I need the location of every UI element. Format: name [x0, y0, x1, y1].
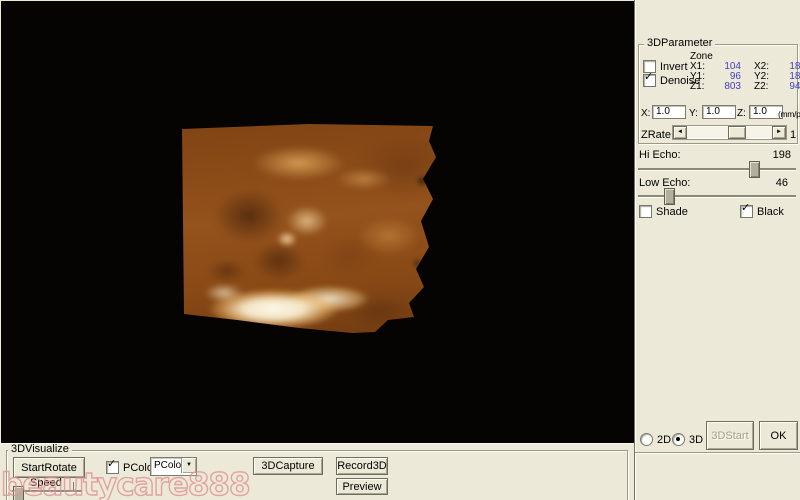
3dvisualize-group-title: 3DVisualize — [8, 444, 72, 455]
mode-2d-label: 2D — [657, 433, 672, 446]
zrate-value: 1 — [790, 129, 797, 141]
speed-slider-thumb[interactable] — [13, 486, 24, 500]
hi-echo-label: Hi Echo: — [639, 149, 681, 161]
zone-z2-value: 941 — [789, 81, 800, 92]
scroll-right-arrow-icon[interactable]: ► — [772, 126, 786, 139]
black-checkbox-row[interactable]: ✓ Black — [740, 202, 784, 218]
zone-values: X1: 104 X2: 189 Y1: 96 Y2: 180 Z1: 803 Z… — [690, 62, 800, 92]
x-scale-label: X: — [641, 108, 651, 119]
pcolor-dropdown[interactable]: PColor ▼ — [150, 457, 197, 476]
check-icon: ✓ — [107, 458, 117, 470]
mode-3d-label: 3D — [689, 433, 704, 446]
mode-2d-radio[interactable] — [640, 433, 653, 446]
ok-button[interactable]: OK — [759, 421, 798, 450]
record3d-button[interactable]: Record3D — [336, 457, 388, 475]
chevron-down-icon[interactable]: ▼ — [181, 458, 196, 473]
invert-label: Invert — [660, 60, 688, 73]
3dparameter-group: 3DParameter ✓ Invert ✓ Denoise Zone X1: … — [638, 38, 800, 144]
ultrasound-texture — [182, 124, 436, 333]
parameter-panel: 3DParameter ✓ Invert ✓ Denoise Zone X1: … — [634, 0, 800, 500]
pcolor-dropdown-value: PColor — [154, 460, 185, 471]
3dparameter-group-title: 3DParameter — [644, 38, 716, 49]
3dcapture-button[interactable]: 3DCapture — [253, 457, 323, 475]
speed-label: Speed — [30, 477, 62, 489]
hi-echo-slider-track[interactable] — [638, 168, 796, 171]
render-viewport[interactable] — [1, 1, 634, 443]
hi-echo-value: 198 — [772, 149, 791, 161]
start-rotate-button[interactable]: StartRotate — [13, 457, 85, 478]
check-icon: ✓ — [644, 71, 654, 83]
zone-z1-label: Z1: — [690, 81, 705, 92]
y-scale-field[interactable]: 1.0 — [702, 105, 736, 119]
zone-z2-label: Z2: — [754, 81, 769, 92]
low-echo-value: 46 — [775, 177, 788, 189]
ultrasound-3d-render[interactable] — [182, 124, 436, 333]
black-checkbox[interactable]: ✓ — [740, 202, 753, 218]
zrate-label: ZRate — [641, 129, 671, 141]
check-icon: ✓ — [741, 202, 751, 214]
low-echo-slider-thumb[interactable] — [664, 188, 675, 205]
low-echo-slider-track[interactable] — [638, 195, 796, 198]
shade-label: Shade — [656, 205, 688, 218]
ultrasound-3d-app: 3DParameter ✓ Invert ✓ Denoise Zone X1: … — [0, 0, 800, 500]
speed-slider-tick — [73, 482, 74, 490]
zrate-scrollbar[interactable]: ◄ ► — [672, 125, 787, 140]
mode-2d-radio-row[interactable]: 2D — [640, 433, 671, 446]
black-label: Black — [757, 205, 784, 218]
zrate-scrollbar-thumb[interactable] — [728, 126, 746, 139]
bottom-control-bar: 3DVisualize StartRotate ✓ PColor PColor … — [0, 443, 634, 500]
scale-unit-label: (mm/p) — [778, 109, 800, 119]
radio-dot-icon — [676, 437, 680, 441]
preview-button[interactable]: Preview — [336, 478, 388, 495]
x-scale-field[interactable]: 1.0 — [652, 105, 686, 119]
mode-3d-radio[interactable] — [672, 433, 685, 446]
y-scale-label: Y: — [689, 108, 698, 119]
zone-z1-value: 803 — [724, 81, 741, 92]
pcolor-checkbox[interactable]: ✓ — [106, 458, 119, 474]
denoise-checkbox[interactable]: ✓ — [643, 71, 656, 87]
3dstart-button[interactable]: 3DStart — [706, 421, 754, 450]
z-scale-label: Z: — [737, 108, 746, 119]
mode-3d-radio-row[interactable]: 3D — [672, 433, 703, 446]
scroll-left-arrow-icon[interactable]: ◄ — [673, 126, 687, 139]
shade-checkbox-row[interactable]: ✓ Shade — [639, 205, 688, 218]
panel-divider — [635, 452, 800, 453]
shade-checkbox[interactable]: ✓ — [639, 205, 652, 218]
hi-echo-slider-thumb[interactable] — [749, 161, 760, 178]
